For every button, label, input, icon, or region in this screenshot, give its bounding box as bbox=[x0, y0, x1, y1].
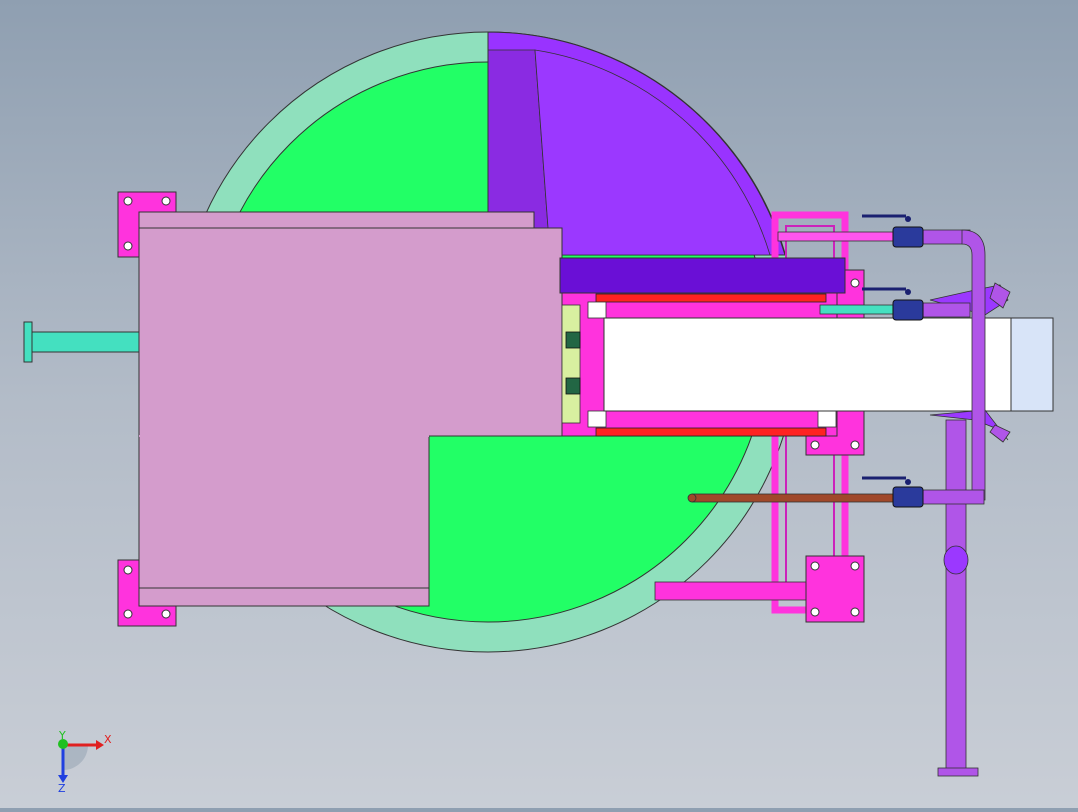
connector-upper bbox=[565, 331, 581, 349]
bolt-hole bbox=[810, 561, 820, 571]
bolt-hole bbox=[850, 440, 860, 450]
valve-body bbox=[892, 226, 924, 248]
ball-valve-top[interactable] bbox=[862, 214, 924, 248]
pipe-copper bbox=[691, 493, 897, 503]
bolt-hole bbox=[123, 609, 133, 619]
valve-body bbox=[892, 299, 924, 321]
triad-z-label: Z bbox=[58, 782, 66, 795]
pipe-purple-middle bbox=[919, 302, 971, 318]
valve-stem bbox=[905, 289, 911, 295]
module-side-panel bbox=[561, 304, 581, 424]
corner-pad bbox=[817, 410, 837, 428]
bolt-hole bbox=[161, 609, 171, 619]
frame-bottom-rail bbox=[654, 581, 811, 601]
coordinate-triad: X Y Z bbox=[58, 729, 112, 795]
valve-body bbox=[892, 486, 924, 508]
inlet-pipe[interactable] bbox=[23, 321, 143, 363]
pipe-line-top bbox=[777, 231, 897, 242]
pipe-vertical-main bbox=[945, 419, 967, 771]
block-end-cap[interactable] bbox=[1010, 317, 1054, 412]
inlet-pipe-flange bbox=[23, 321, 33, 363]
bolt-hole bbox=[161, 196, 171, 206]
bolt-hole bbox=[123, 241, 133, 251]
cad-viewport[interactable]: X Y Z bbox=[0, 0, 1078, 808]
corner-pad bbox=[587, 410, 607, 428]
triad-x-arrow bbox=[96, 740, 104, 750]
bolt-hole bbox=[810, 440, 820, 450]
triad-x-label: X bbox=[104, 733, 112, 746]
sample-block[interactable] bbox=[603, 317, 1015, 412]
pipe-tee bbox=[943, 545, 969, 575]
corner-pad bbox=[587, 301, 607, 319]
cover-plate-top-lip bbox=[138, 211, 535, 231]
pipe-line-middle bbox=[819, 304, 897, 315]
valve-stem bbox=[905, 216, 911, 222]
drive-housing-bar bbox=[559, 257, 846, 294]
bolt-hole bbox=[850, 278, 860, 288]
bolt-hole bbox=[123, 565, 133, 575]
cover-plate-lower bbox=[138, 435, 430, 589]
heater-strip-top bbox=[595, 293, 827, 303]
cover-plate-upper bbox=[138, 227, 563, 437]
triad-y-label: Y bbox=[58, 729, 66, 742]
connector-lower bbox=[565, 377, 581, 395]
ball-valve-bottom[interactable] bbox=[862, 476, 924, 508]
cover-plate-bottom-lip bbox=[138, 587, 430, 607]
triad-plane bbox=[63, 745, 88, 770]
handwheel-knob bbox=[989, 424, 1011, 443]
bolt-hole bbox=[123, 196, 133, 206]
pipe-base-flange bbox=[937, 767, 979, 777]
inlet-pipe-body bbox=[29, 331, 143, 353]
bolt-hole bbox=[810, 607, 820, 617]
bolt-hole bbox=[850, 561, 860, 571]
ball-valve-middle[interactable] bbox=[862, 287, 924, 321]
cad-canvas[interactable]: X Y Z bbox=[0, 0, 1078, 808]
valve-stem bbox=[905, 479, 911, 485]
pipe-purple-bottom bbox=[919, 489, 985, 505]
heater-strip-bottom bbox=[595, 427, 827, 437]
bolt-hole bbox=[850, 607, 860, 617]
pipe-copper-end bbox=[687, 493, 697, 503]
